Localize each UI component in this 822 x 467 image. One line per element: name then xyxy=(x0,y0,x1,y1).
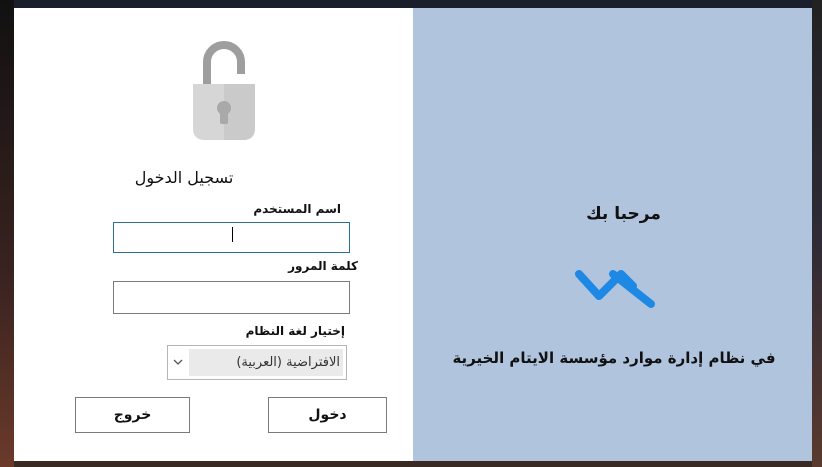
exit-button[interactable]: خروج xyxy=(75,397,190,433)
login-title: تسجيل الدخول xyxy=(134,168,234,187)
language-select[interactable]: الافتراضية (العربية) xyxy=(167,345,347,380)
welcome-subtitle: في نظام إدارة موارد مؤسسة الايتام الخيري… xyxy=(452,349,776,367)
language-select-value: الافتراضية (العربية) xyxy=(189,349,343,376)
welcome-title: مرحبا بك xyxy=(586,204,661,224)
username-label: اسم المستخدم xyxy=(253,202,341,216)
desktop-background-left xyxy=(0,0,14,467)
login-panel: تسجيل الدخول اسم المستخدم كلمة المرور إخ… xyxy=(14,8,413,461)
password-label: كلمة المرور xyxy=(288,259,358,273)
login-window: تسجيل الدخول اسم المستخدم كلمة المرور إخ… xyxy=(14,8,812,461)
welcome-panel: مرحبا بك في نظام إدارة موارد مؤسسة الايت… xyxy=(413,8,812,461)
chevron-down-icon[interactable] xyxy=(173,358,183,366)
desktop-background-right xyxy=(812,0,822,467)
language-label: إختيار لغة النظام xyxy=(245,324,345,338)
login-button[interactable]: دخول xyxy=(268,397,387,433)
text-caret xyxy=(232,227,233,242)
app-logo-icon xyxy=(575,270,655,308)
password-input[interactable] xyxy=(113,281,350,314)
unlocked-padlock-icon xyxy=(193,41,255,140)
